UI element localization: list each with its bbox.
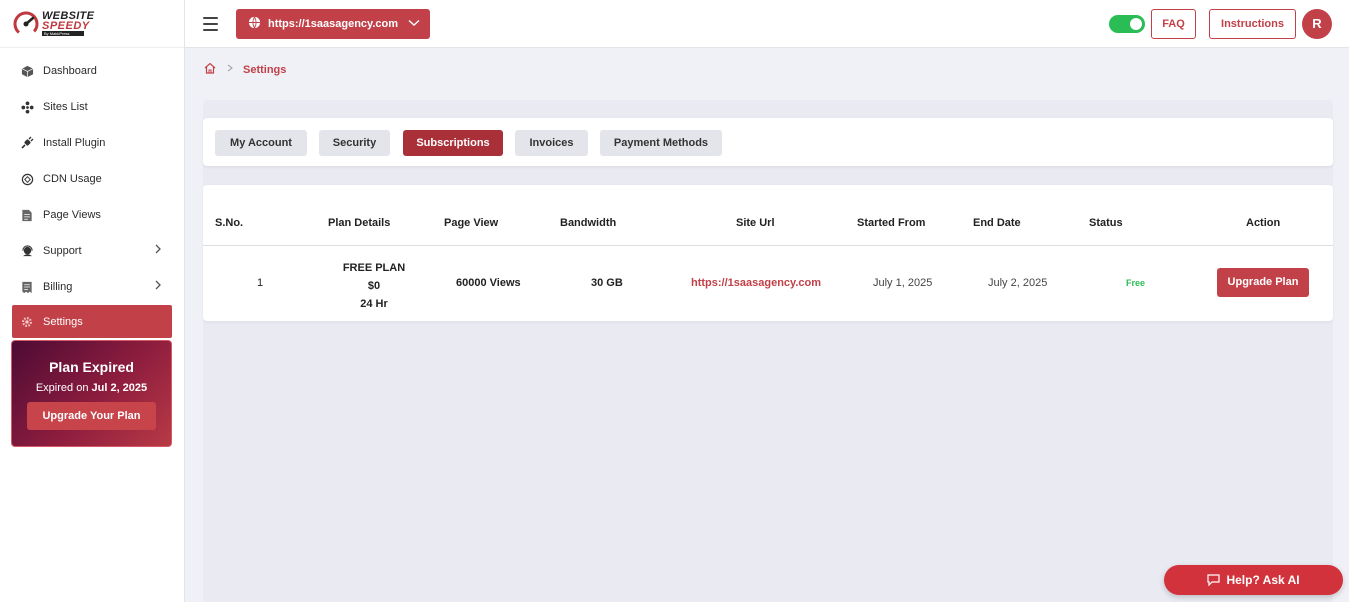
- chevron-right-icon: [154, 280, 162, 293]
- sidebar: WEBSITE SPEEDY By MakkPress Dashboard Si…: [0, 0, 185, 602]
- cell-end-date: July 2, 2025: [988, 277, 1048, 289]
- sidebar-item-dashboard[interactable]: Dashboard: [0, 53, 184, 89]
- cell-started-from: July 1, 2025: [873, 277, 933, 289]
- column-header: Page View: [444, 217, 499, 229]
- plan-duration: 24 Hr: [360, 298, 388, 310]
- upgrade-plan-button[interactable]: Upgrade Plan: [1217, 268, 1309, 297]
- tab-subscriptions[interactable]: Subscriptions: [403, 130, 503, 156]
- chevron-down-icon: [408, 18, 420, 30]
- site-selector-label: https://1saasagency.com: [268, 18, 399, 30]
- chat-bubble-icon: [1207, 574, 1221, 586]
- sidebar-item-label: Dashboard: [43, 65, 97, 77]
- plan-expired-date: Expired on Jul 2, 2025: [35, 382, 148, 394]
- gear-icon: [20, 315, 34, 329]
- site-selector-dropdown[interactable]: https://1saasagency.com: [236, 9, 430, 39]
- sidebar-item-label: CDN Usage: [43, 173, 102, 185]
- logo-line-2: SPEEDY: [42, 20, 90, 32]
- cell-sno: 1: [257, 277, 264, 289]
- main-content: [203, 100, 1333, 602]
- hamburger-menu-icon[interactable]: [203, 17, 218, 35]
- sidebar-item-label: Billing: [43, 281, 73, 293]
- plan-expired-title: Plan Expired: [49, 359, 134, 375]
- column-header: Started From: [857, 217, 926, 229]
- tab-invoices[interactable]: Invoices: [515, 130, 588, 156]
- breadcrumb: Settings: [203, 61, 286, 78]
- speedometer-logo-icon: [12, 10, 40, 38]
- upgrade-your-plan-button[interactable]: Upgrade Your Plan: [27, 402, 156, 430]
- status-badge: Free: [1126, 278, 1146, 288]
- sidebar-item-billing[interactable]: Billing: [0, 269, 184, 305]
- topbar: https://1saasagency.com FAQ Instructions…: [185, 0, 1349, 48]
- logo-line-3: By MakkPress: [42, 31, 84, 36]
- cdn-icon: [20, 172, 34, 186]
- column-header: Status: [1089, 217, 1123, 229]
- column-header: End Date: [973, 217, 1021, 229]
- sidebar-item-label: Support: [43, 245, 82, 257]
- column-header: Bandwidth: [560, 217, 617, 229]
- cell-bandwidth: 30 GB: [591, 277, 623, 289]
- cube-icon: [20, 64, 34, 78]
- plug-icon: [20, 136, 34, 150]
- sidebar-item-install-plugin[interactable]: Install Plugin: [0, 125, 184, 161]
- column-header: S.No.: [215, 217, 244, 229]
- document-icon: [20, 208, 34, 222]
- column-header: Action: [1246, 217, 1281, 229]
- plan-expired-card: Plan Expired Expired on Jul 2, 2025 Upgr…: [11, 340, 172, 447]
- billing-icon: [20, 280, 34, 294]
- avatar[interactable]: R: [1302, 9, 1332, 39]
- cell-site-url[interactable]: https://1saasagency.com: [691, 277, 821, 289]
- tab-security[interactable]: Security: [319, 130, 390, 156]
- column-header: Site Url: [736, 217, 775, 229]
- sidebar-nav: Dashboard Sites List Install Plugin CDN …: [0, 48, 184, 338]
- plan-price: $0: [367, 280, 381, 292]
- logo[interactable]: WEBSITE SPEEDY By MakkPress: [0, 0, 184, 48]
- cell-plan-details: FREE PLAN $0 24 Hr: [333, 259, 415, 313]
- sidebar-item-cdn-usage[interactable]: CDN Usage: [0, 161, 184, 197]
- home-icon[interactable]: [203, 61, 217, 78]
- plan-name: FREE PLAN: [342, 262, 406, 274]
- tab-payment-methods[interactable]: Payment Methods: [600, 130, 722, 156]
- sidebar-item-label: Settings: [43, 315, 83, 328]
- breadcrumb-separator-icon: [227, 64, 233, 75]
- sidebar-item-label: Sites List: [43, 101, 88, 113]
- subscriptions-table: S.No. Plan Details Page View Bandwidth S…: [203, 185, 1333, 321]
- sidebar-item-support[interactable]: Support: [0, 233, 184, 269]
- sidebar-item-label: Page Views: [43, 209, 101, 221]
- header-divider: [203, 245, 1333, 246]
- chevron-right-icon: [154, 244, 162, 257]
- instructions-button[interactable]: Instructions: [1209, 9, 1296, 39]
- headset-icon: [20, 244, 34, 258]
- sidebar-item-settings[interactable]: Settings: [12, 305, 172, 338]
- sites-icon: [20, 100, 34, 114]
- tab-my-account[interactable]: My Account: [215, 130, 307, 156]
- breadcrumb-current: Settings: [243, 63, 287, 76]
- faq-button[interactable]: FAQ: [1151, 9, 1196, 39]
- cell-page-view: 60000 Views: [456, 277, 521, 289]
- sidebar-item-page-views[interactable]: Page Views: [0, 197, 184, 233]
- sidebar-item-label: Install Plugin: [43, 137, 106, 149]
- theme-toggle[interactable]: [1109, 15, 1145, 33]
- settings-tabs: My Account Security Subscriptions Invoic…: [203, 118, 1333, 166]
- help-ask-ai-label: Help? Ask AI: [1226, 573, 1300, 587]
- column-header: Plan Details: [328, 217, 391, 229]
- globe-icon: [248, 16, 261, 32]
- help-ask-ai-button[interactable]: Help? Ask AI: [1164, 565, 1343, 595]
- sidebar-item-sites-list[interactable]: Sites List: [0, 89, 184, 125]
